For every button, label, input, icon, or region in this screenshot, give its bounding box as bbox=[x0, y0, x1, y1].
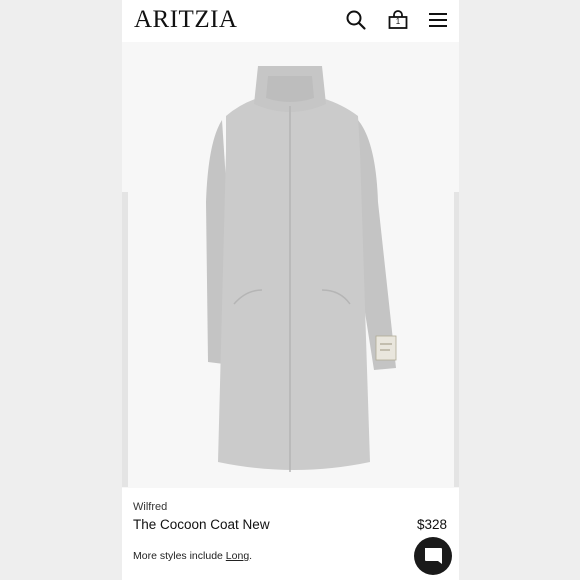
product-brand: Wilfred bbox=[133, 501, 168, 513]
brand-logo[interactable]: ARITZIA bbox=[134, 6, 237, 34]
previous-image-peek[interactable] bbox=[122, 192, 128, 487]
product-name[interactable]: The Cocoon Coat New bbox=[133, 517, 270, 532]
product-info: Wilfred The Cocoon Coat New $328 More st… bbox=[122, 488, 459, 580]
shopping-bag-button[interactable]: 1 bbox=[387, 9, 409, 31]
app-screen: ARITZIA 1 Wilfred The Cocoon Coat New $3… bbox=[122, 0, 459, 580]
more-styles-prefix: More styles include bbox=[133, 550, 226, 562]
top-nav: ARITZIA 1 bbox=[122, 0, 459, 42]
bag-count: 1 bbox=[395, 17, 401, 26]
menu-icon[interactable] bbox=[427, 9, 449, 31]
more-styles-text: More styles include Long. bbox=[133, 550, 252, 562]
more-styles-link[interactable]: Long bbox=[226, 550, 249, 562]
product-price: $328 bbox=[416, 517, 447, 532]
chat-icon bbox=[425, 548, 442, 564]
coat-image bbox=[206, 66, 397, 472]
next-image-peek[interactable] bbox=[454, 192, 459, 487]
chat-button[interactable] bbox=[414, 537, 452, 575]
product-image[interactable] bbox=[122, 42, 459, 488]
search-icon[interactable] bbox=[345, 9, 367, 31]
more-styles-suffix: . bbox=[249, 550, 253, 562]
